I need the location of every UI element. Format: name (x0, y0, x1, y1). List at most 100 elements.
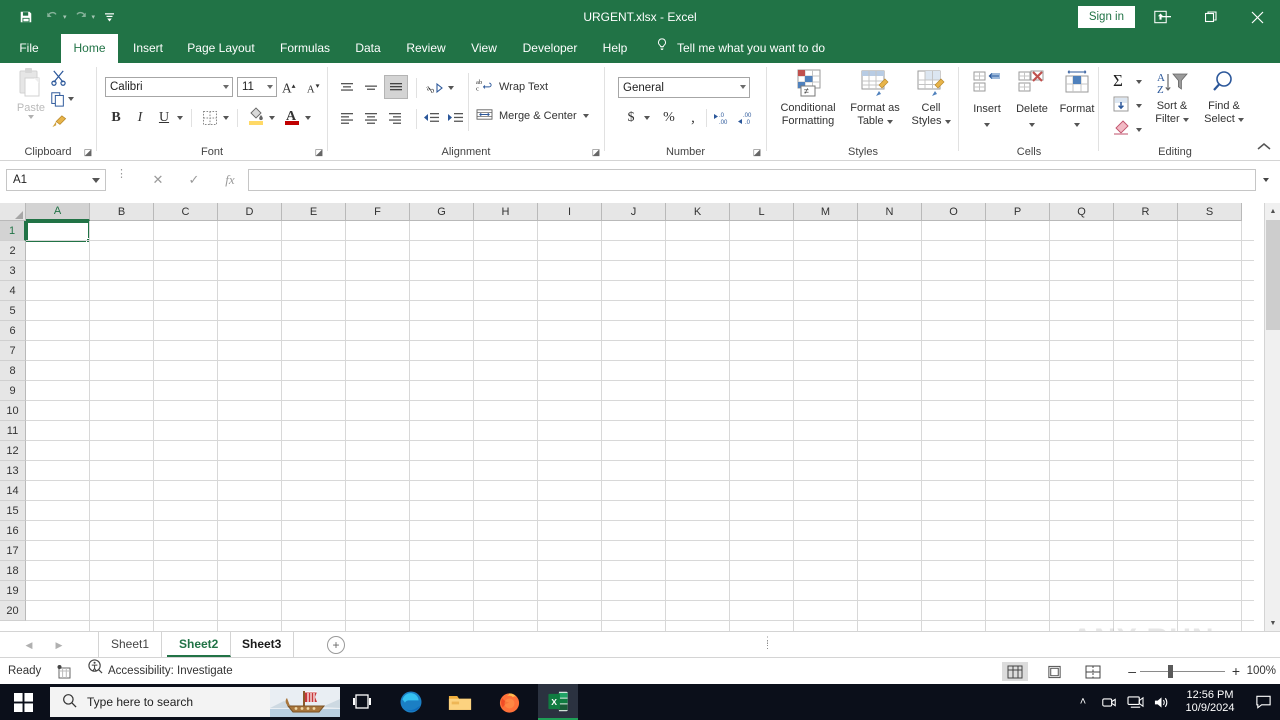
row-header-15[interactable]: 15 (0, 501, 26, 521)
column-header-i[interactable]: I (538, 203, 602, 221)
page-layout-view-button[interactable] (1041, 662, 1067, 681)
normal-view-button[interactable] (1002, 662, 1028, 681)
cut-button[interactable] (50, 69, 67, 86)
decrease-font-size-button[interactable]: A (303, 76, 325, 98)
page-break-preview-button[interactable] (1080, 662, 1106, 681)
zoom-slider-track[interactable] (1140, 671, 1225, 672)
insert-cells-button[interactable]: Insert (966, 69, 1008, 130)
align-right-button[interactable] (384, 107, 406, 129)
clock[interactable]: 12:56 PM 10/9/2024 (1174, 689, 1246, 715)
cell-styles-button[interactable]: Cell Styles (906, 69, 956, 128)
sign-in-button[interactable]: Sign in (1077, 6, 1135, 28)
insert-function-button[interactable]: fx (212, 169, 248, 191)
row-header-8[interactable]: 8 (0, 361, 26, 381)
font-dialog-launcher[interactable]: ◪ (313, 146, 325, 158)
collapse-ribbon-icon[interactable] (1256, 141, 1272, 156)
align-top-button[interactable] (336, 77, 358, 99)
borders-dropdown-icon[interactable] (221, 107, 231, 129)
accounting-format-button[interactable]: $ (620, 107, 642, 129)
show-hidden-icons-button[interactable]: ˄ (1070, 696, 1096, 708)
column-header-h[interactable]: H (474, 203, 538, 221)
paste-button[interactable]: Paste (8, 67, 54, 139)
row-header-11[interactable]: 11 (0, 421, 26, 441)
alignment-dialog-launcher[interactable]: ◪ (590, 146, 602, 158)
ribbon-tab-view[interactable]: View (462, 34, 506, 63)
autosum-dropdown-icon[interactable] (1134, 71, 1144, 93)
add-sheet-button[interactable]: + (327, 636, 345, 654)
ribbon-tab-developer[interactable]: Developer (512, 34, 588, 63)
font-family-combo[interactable]: Calibri (105, 77, 233, 97)
increase-decimal-button[interactable]: .0.00 (712, 107, 734, 129)
expand-formula-bar-button[interactable] (1254, 169, 1278, 191)
column-header-f[interactable]: F (346, 203, 410, 221)
format-as-table-button[interactable]: Format as Table (846, 69, 904, 128)
percent-format-button[interactable]: % (658, 107, 680, 129)
sheet-tab-sheet1[interactable]: Sheet1 (98, 632, 163, 657)
clipboard-dialog-launcher[interactable]: ◪ (82, 146, 94, 158)
zoom-slider-thumb[interactable] (1168, 665, 1173, 678)
column-header-l[interactable]: L (730, 203, 794, 221)
task-view-icon[interactable] (342, 686, 382, 718)
copy-button[interactable] (50, 91, 74, 107)
merge-center-dropdown-icon[interactable] (582, 114, 589, 118)
windows-start-icon[interactable] (0, 684, 46, 720)
column-header-b[interactable]: B (90, 203, 154, 221)
sheet-tab-sheet3[interactable]: Sheet3 (230, 632, 295, 657)
find-select-button[interactable]: Find & Select (1200, 69, 1248, 126)
fill-color-button[interactable] (245, 105, 267, 127)
column-header-j[interactable]: J (602, 203, 666, 221)
column-header-p[interactable]: P (986, 203, 1050, 221)
selected-cell-a1[interactable] (26, 221, 90, 242)
align-center-button[interactable] (360, 107, 382, 129)
scroll-down-button[interactable]: ▼ (1265, 615, 1280, 631)
row-header-20[interactable]: 20 (0, 601, 26, 621)
folder-icon[interactable] (440, 686, 480, 718)
cancel-entry-button[interactable]: ✕ (140, 169, 176, 191)
underline-button[interactable]: U (153, 107, 175, 129)
font-size-combo[interactable]: 11 (237, 77, 277, 97)
ribbon-tab-file[interactable]: File (8, 34, 50, 63)
ribbon-tab-formulas[interactable]: Formulas (270, 34, 340, 63)
row-header-4[interactable]: 4 (0, 281, 26, 301)
row-header-5[interactable]: 5 (0, 301, 26, 321)
fill-color-dropdown-icon[interactable] (267, 107, 277, 129)
comma-format-button[interactable]: , (682, 107, 704, 129)
fill-button[interactable] (1108, 93, 1134, 115)
sheet-tab-sheet2[interactable]: Sheet2 (167, 632, 232, 657)
edge-icon[interactable] (391, 686, 431, 718)
column-header-k[interactable]: K (666, 203, 730, 221)
firefox-icon[interactable] (489, 686, 529, 718)
clear-button[interactable] (1108, 117, 1134, 139)
ribbon-tab-insert[interactable]: Insert (124, 34, 172, 63)
column-header-d[interactable]: D (218, 203, 282, 221)
copy-dropdown-icon[interactable] (68, 97, 74, 101)
conditional-formatting-button[interactable]: ≠ Conditional Formatting (772, 69, 844, 128)
increase-font-size-button[interactable]: A (279, 76, 301, 98)
decrease-decimal-button[interactable]: .00.0 (736, 107, 758, 129)
tab-split-handle[interactable]: ⋮ ⋮ (763, 636, 773, 652)
minimize-button[interactable] (1142, 0, 1188, 34)
row-header-9[interactable]: 9 (0, 381, 26, 401)
row-header-16[interactable]: 16 (0, 521, 26, 541)
increase-indent-button[interactable] (444, 107, 466, 129)
notification-icon[interactable] (1246, 694, 1280, 710)
search-input[interactable]: Type here to search (50, 687, 340, 717)
ribbon-tab-review[interactable]: Review (396, 34, 456, 63)
spreadsheet-grid[interactable]: ABCDEFGHIJKLMNOPQRS 1 2 3 4 5 6 7 8 9 10 11 12 13 14 1… (0, 203, 1280, 631)
volume-icon[interactable] (1148, 695, 1174, 710)
next-sheet-button[interactable]: ▶ (48, 636, 70, 654)
format-cells-button[interactable]: Format (1056, 69, 1098, 130)
fill-dropdown-icon[interactable] (1134, 95, 1144, 117)
merge-center-button[interactable]: Merge & Center (476, 107, 589, 125)
accounting-dropdown-icon[interactable] (642, 107, 652, 129)
scroll-up-button[interactable]: ▲ (1265, 203, 1280, 219)
ribbon-tab-page-layout[interactable]: Page Layout (178, 34, 264, 63)
confirm-entry-button[interactable]: ✓ (176, 169, 212, 191)
format-painter-button[interactable] (50, 113, 68, 130)
close-button[interactable] (1234, 0, 1280, 34)
orientation-dropdown-icon[interactable] (446, 77, 456, 99)
align-middle-button[interactable] (360, 77, 382, 99)
vertical-scrollbar[interactable]: ▲ ▼ (1264, 203, 1280, 631)
formula-input[interactable] (248, 169, 1256, 191)
maximize-button[interactable] (1188, 0, 1234, 34)
